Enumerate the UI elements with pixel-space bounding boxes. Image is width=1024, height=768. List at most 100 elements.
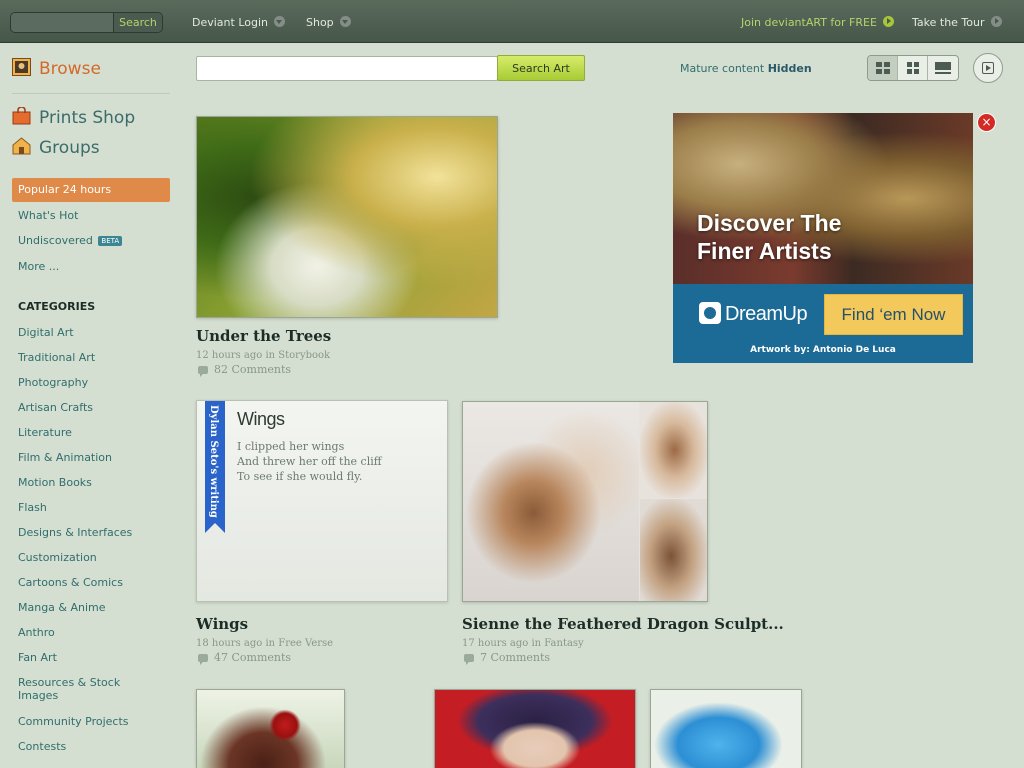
categories-heading: CATEGORIES <box>18 300 96 313</box>
category-link[interactable]: Resources & Stock Images <box>18 676 136 702</box>
whats-hot-link[interactable]: What's Hot <box>18 209 78 222</box>
mature-content-label: Mature content <box>680 62 765 75</box>
deviation-meta: 12 hours ago in Storybook <box>196 350 331 361</box>
category-link[interactable]: Anthro <box>18 626 168 639</box>
deviant-login-menu[interactable]: Deviant Login <box>192 16 286 29</box>
sidebar: Browse Prints Shop Groups Popular 24 hou… <box>0 44 180 768</box>
arrow-right-icon <box>882 16 894 27</box>
top-search-input[interactable] <box>11 13 114 32</box>
dragon-detail-image <box>640 402 707 498</box>
art-search-input[interactable] <box>196 56 498 81</box>
deviation-thumbnail[interactable] <box>196 116 498 318</box>
advertisement[interactable]: Discover The Finer Artists DreamUp Find … <box>673 113 973 363</box>
literature-author: Dylan Seto's writing <box>208 405 219 518</box>
literature-line: To see if she would fly. <box>237 470 363 483</box>
shopping-bag-icon <box>12 107 31 125</box>
view-mode-toggle <box>867 55 959 81</box>
literature-ribbon: Dylan Seto's writing <box>205 401 225 533</box>
category-link[interactable]: Community Projects <box>18 715 168 728</box>
ad-credit: Artwork by: Antonio De Luca <box>750 345 896 355</box>
deviation-comments[interactable]: 7 Comments <box>464 651 550 665</box>
category-link[interactable]: Cartoons & Comics <box>18 576 168 589</box>
category-link[interactable]: Customization <box>18 551 168 564</box>
groups-label: Groups <box>39 138 100 158</box>
play-icon <box>982 62 994 74</box>
category-link[interactable]: Literature <box>18 426 168 439</box>
category-link[interactable]: Contests <box>18 740 168 753</box>
beta-badge: BETA <box>98 236 123 246</box>
deviation-meta: 18 hours ago in Free Verse <box>196 638 334 649</box>
literature-card[interactable]: Dylan Seto's writing Wings I clipped her… <box>196 400 448 602</box>
dreamup-logo: DreamUp <box>699 302 808 326</box>
deviation-thumbnail[interactable] <box>650 689 802 768</box>
ad-headline: Discover The Finer Artists <box>697 209 957 265</box>
comment-bubble-icon <box>198 366 208 377</box>
category-link[interactable]: Motion Books <box>18 476 168 489</box>
ad-brand-name: DreamUp <box>725 303 808 325</box>
category-link[interactable]: Artisan Crafts <box>18 401 168 414</box>
literature-line: And threw her off the cliff <box>237 455 382 468</box>
browse-label: Browse <box>39 59 101 79</box>
dragon-detail-image <box>640 499 707 601</box>
view-grid-large-button[interactable] <box>898 56 928 80</box>
search-art-button[interactable]: Search Art <box>497 55 585 81</box>
category-link[interactable]: Flash <box>18 501 168 514</box>
comment-bubble-icon <box>464 654 474 665</box>
category-link[interactable]: Fan Art <box>18 651 168 664</box>
deviation-title[interactable]: Wings <box>196 615 248 633</box>
top-search-box: Search <box>10 12 163 33</box>
shop-menu[interactable]: Shop <box>306 16 351 29</box>
deviant-login-label: Deviant Login <box>192 16 269 29</box>
category-link[interactable]: Digital Art <box>18 326 168 339</box>
category-link[interactable]: Photography <box>18 376 168 389</box>
view-grid-small-button[interactable] <box>868 56 898 80</box>
deviation-thumbnail[interactable] <box>462 401 708 602</box>
take-tour-label: Take the Tour <box>912 16 985 29</box>
top-search-button[interactable]: Search <box>113 13 162 32</box>
arrow-right-icon <box>990 16 1002 27</box>
deviation-thumbnail[interactable] <box>196 689 345 768</box>
comments-count: 82 Comments <box>214 363 292 376</box>
view-list-button[interactable] <box>928 56 958 80</box>
deviation-meta: 17 hours ago in Fantasy <box>462 638 584 649</box>
literature-title: Wings <box>237 409 285 429</box>
category-link[interactable]: Manga & Anime <box>18 601 168 614</box>
join-label: Join deviantART for FREE <box>741 16 877 29</box>
prints-shop-label: Prints Shop <box>39 108 136 128</box>
join-link[interactable]: Join deviantART for FREE <box>741 16 894 29</box>
mature-content-value: Hidden <box>767 62 812 75</box>
close-icon[interactable]: × <box>977 113 996 132</box>
undiscovered-label: Undiscovered <box>18 234 93 247</box>
ad-headline-line: Finer Artists <box>697 238 832 264</box>
category-link[interactable]: Designs & Interfaces <box>18 526 168 539</box>
dreamup-logo-icon <box>699 302 721 324</box>
comments-count: 47 Comments <box>214 651 292 664</box>
chevron-down-icon <box>339 16 351 27</box>
literature-line: I clipped her wings <box>237 440 345 453</box>
groups-house-icon <box>12 137 31 155</box>
category-link[interactable]: Film & Animation <box>18 451 168 464</box>
take-tour-link[interactable]: Take the Tour <box>912 16 1002 29</box>
shop-label: Shop <box>306 16 334 29</box>
slideshow-play-button[interactable] <box>973 53 1003 83</box>
deviation-title[interactable]: Under the Trees <box>196 327 331 345</box>
chevron-down-icon <box>274 16 286 27</box>
deviation-comments[interactable]: 82 Comments <box>198 363 292 377</box>
deviation-thumbnail[interactable] <box>434 689 636 768</box>
find-em-now-button[interactable]: Find ‘em Now <box>824 294 963 335</box>
undiscovered-link[interactable]: Undiscovered BETA <box>18 234 123 247</box>
deviation-title[interactable]: Sienne the Feathered Dragon Sculpt... <box>462 615 784 633</box>
mature-content-toggle[interactable]: Mature content Hidden <box>680 62 812 75</box>
ad-footer: DreamUp Find ‘em Now Artwork by: Antonio… <box>673 284 973 363</box>
dragon-sculpture-image <box>463 402 639 601</box>
sidebar-item-prints-shop[interactable]: Prints Shop <box>12 107 135 128</box>
ad-headline-line: Discover The <box>697 210 842 236</box>
category-link[interactable]: Traditional Art <box>18 351 168 364</box>
sidebar-item-groups[interactable]: Groups <box>12 137 100 158</box>
browse-icon <box>12 58 31 76</box>
sidebar-item-browse[interactable]: Browse <box>12 58 101 79</box>
deviation-comments[interactable]: 47 Comments <box>198 651 292 665</box>
more-link[interactable]: More ... <box>18 260 59 273</box>
popular-24-hours-button[interactable]: Popular 24 hours <box>12 178 170 202</box>
sidebar-divider <box>12 93 170 94</box>
